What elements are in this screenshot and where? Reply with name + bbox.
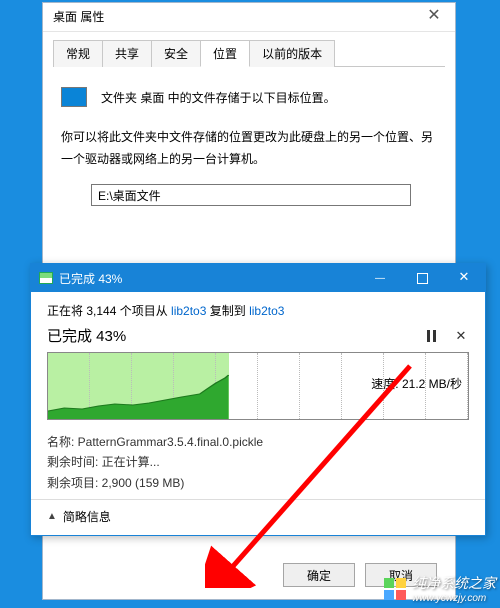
current-file-name: PatternGrammar3.5.4.final.0.pickle xyxy=(78,435,263,449)
watermark: 纯净系统之家 www.ycwzjy.com xyxy=(384,573,496,604)
copy-title: 已完成 43% xyxy=(59,270,122,287)
progress-headline-text: 已完成 43% xyxy=(47,325,126,346)
copy-close-button[interactable] xyxy=(443,264,485,292)
copy-details: 名称: PatternGrammar3.5.4.final.0.pickle 剩… xyxy=(47,432,469,493)
time-remaining: 正在计算... xyxy=(102,455,160,469)
cancel-copy-button[interactable]: ✕ xyxy=(453,328,469,344)
properties-titlebar: 桌面 属性 ✕ xyxy=(43,3,455,32)
tab-location[interactable]: 位置 xyxy=(200,40,250,67)
progress-controls: ✕ xyxy=(423,328,469,344)
watermark-logo-icon xyxy=(384,578,406,600)
tab-security[interactable]: 安全 xyxy=(151,40,201,67)
ok-button[interactable]: 确定 xyxy=(283,563,355,587)
copy-title-icon xyxy=(39,272,53,284)
copy-window-buttons xyxy=(359,264,485,292)
copy-maximize-button[interactable] xyxy=(401,264,443,292)
folder-icon xyxy=(61,87,87,107)
properties-tabs: 常规 共享 安全 位置 以前的版本 xyxy=(53,40,445,67)
properties-title: 桌面 属性 xyxy=(53,10,104,24)
pause-button[interactable] xyxy=(423,328,439,344)
watermark-brand: 纯净系统之家 xyxy=(412,573,496,593)
tab-previous-versions[interactable]: 以前的版本 xyxy=(249,40,335,67)
copy-titlebar: 已完成 43% xyxy=(31,264,485,292)
copy-source-link[interactable]: lib2to3 xyxy=(171,304,206,318)
copy-dest-link[interactable]: lib2to3 xyxy=(249,304,284,318)
location-path-input[interactable] xyxy=(91,184,411,206)
copying-status-line: 正在将 3,144 个项目从 lib2to3 复制到 lib2to3 xyxy=(47,302,469,319)
copy-body: 正在将 3,144 个项目从 lib2to3 复制到 lib2to3 已完成 4… xyxy=(31,292,485,499)
fewer-details-toggle[interactable]: ▲ 简略信息 xyxy=(31,499,485,535)
fewer-details-label: 简略信息 xyxy=(63,508,111,525)
copy-minimize-button[interactable] xyxy=(359,264,401,292)
items-remaining: 2,900 (159 MB) xyxy=(102,476,185,490)
location-info-text: 文件夹 桌面 中的文件存储于以下目标位置。 xyxy=(101,89,336,106)
watermark-url: www.ycwzjy.com xyxy=(412,593,496,604)
tab-general[interactable]: 常规 xyxy=(53,40,103,67)
transfer-speed-graph: 速度: 21.2 MB/秒 xyxy=(47,352,469,420)
tab-location-panel: 文件夹 桌面 中的文件存储于以下目标位置。 你可以将此文件夹中文件存储的位置更改… xyxy=(43,67,455,226)
speed-area-chart xyxy=(48,353,229,419)
tab-sharing[interactable]: 共享 xyxy=(102,40,152,67)
copy-progress-dialog: 已完成 43% 正在将 3,144 个项目从 lib2to3 复制到 lib2t… xyxy=(30,263,486,536)
location-description: 你可以将此文件夹中文件存储的位置更改为此硬盘上的另一个位置、另一个驱动器或网络上… xyxy=(61,127,437,170)
properties-close-button[interactable]: ✕ xyxy=(413,3,455,31)
chevron-up-icon: ▲ xyxy=(47,511,57,522)
speed-readout: 速度: 21.2 MB/秒 xyxy=(371,375,462,392)
